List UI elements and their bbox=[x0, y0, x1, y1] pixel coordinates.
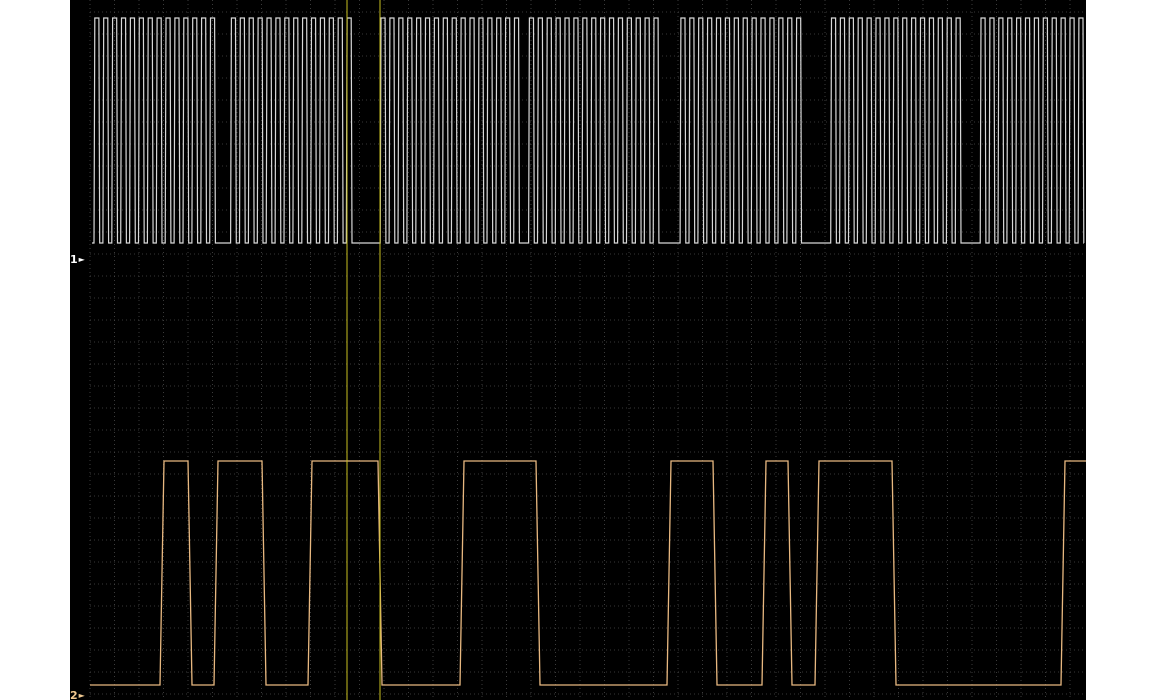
waveform-plot bbox=[89, 0, 1086, 700]
channel-1-trace bbox=[92, 17, 1085, 244]
channel-2-marker[interactable]: 2► bbox=[70, 690, 85, 700]
right-arrow-icon: ► bbox=[78, 255, 85, 264]
right-arrow-icon: ► bbox=[78, 691, 85, 700]
channel-2-label: 2 bbox=[70, 689, 78, 700]
oscilloscope-display[interactable]: 1► 2► bbox=[70, 0, 1086, 700]
channel-1-marker[interactable]: 1► bbox=[70, 254, 85, 266]
channel-2-trace bbox=[90, 460, 1086, 686]
channel-1-label: 1 bbox=[70, 253, 78, 266]
